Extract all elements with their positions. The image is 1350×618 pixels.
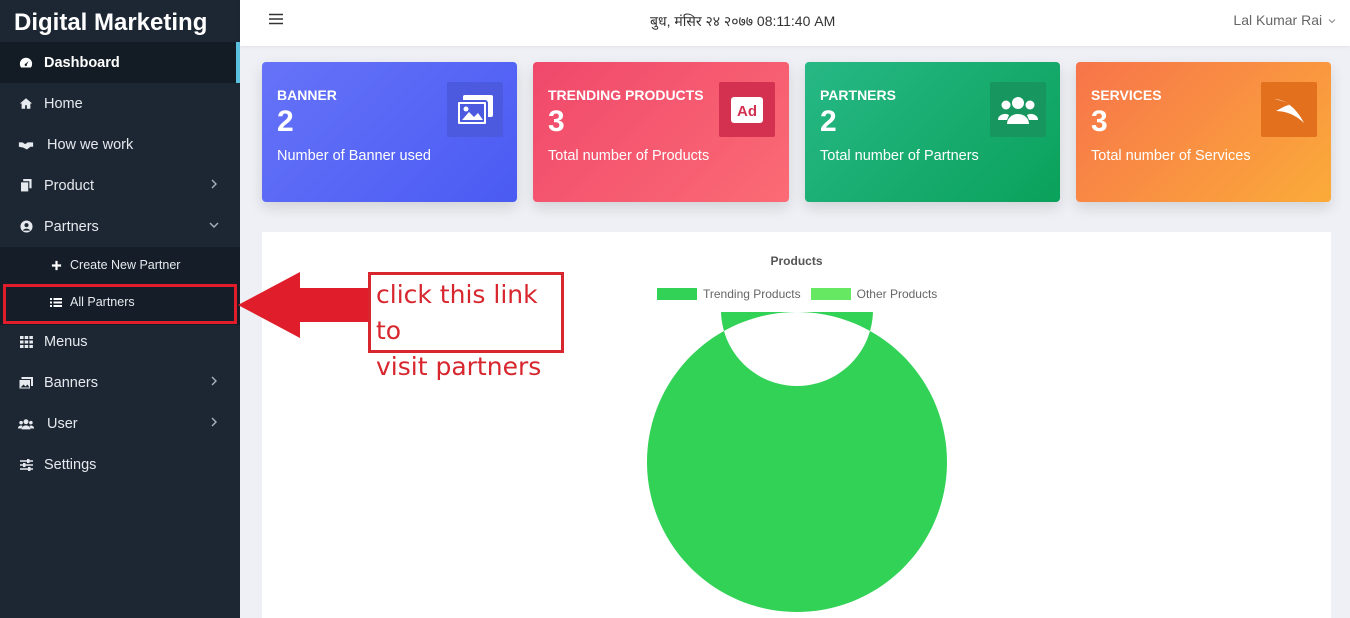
user-circle-icon bbox=[18, 219, 34, 235]
topbar: बुध, मंसिर २४ २०७७ 08:11:40 AM Lal Kumar… bbox=[240, 0, 1350, 46]
sidebar-item-settings[interactable]: Settings bbox=[0, 444, 240, 485]
ad-icon: Ad bbox=[719, 82, 775, 137]
partners-submenu: Create New Partner All Partners bbox=[0, 247, 240, 325]
sidebar-item-label: Settings bbox=[44, 456, 97, 473]
home-icon bbox=[18, 96, 34, 112]
brand-title[interactable]: Digital Marketing bbox=[0, 0, 240, 48]
sidebar-item-product[interactable]: Product bbox=[0, 165, 240, 206]
sidebar-item-label: Partners bbox=[44, 218, 99, 235]
card-description: Number of Banner used bbox=[277, 148, 431, 164]
chevron-right-icon bbox=[211, 376, 217, 386]
legend-swatch bbox=[657, 288, 697, 300]
submenu-all-partners[interactable]: All Partners bbox=[0, 284, 240, 320]
plus-icon bbox=[50, 259, 62, 271]
users-icon bbox=[18, 416, 34, 432]
annotation-callout: click this link to visit partners bbox=[368, 272, 564, 381]
chevron-down-icon bbox=[209, 222, 219, 228]
sidebar-item-dashboard[interactable]: Dashboard bbox=[0, 42, 240, 83]
sidebar: Digital Marketing Dashboard Home How we … bbox=[0, 0, 240, 618]
sidebar-item-home[interactable]: Home bbox=[0, 83, 240, 124]
sidebar-item-user[interactable]: User bbox=[0, 403, 240, 444]
card-description: Total number of Services bbox=[1091, 148, 1251, 164]
list-icon bbox=[50, 296, 62, 308]
user-name: Lal Kumar Rai bbox=[1233, 12, 1323, 28]
submenu-label: All Partners bbox=[70, 295, 135, 309]
current-datetime: बुध, मंसिर २४ २०७७ 08:11:40 AM bbox=[650, 13, 836, 29]
services-card[interactable]: SERVICES 3 Total number of Services bbox=[1076, 62, 1331, 202]
sidebar-item-label: Banners bbox=[44, 374, 99, 391]
submenu-label: Create New Partner bbox=[70, 258, 181, 272]
legend-label: Other Products bbox=[856, 287, 938, 301]
banner-card[interactable]: BANNER 2 Number of Banner used bbox=[262, 62, 517, 202]
sidebar-item-menus[interactable]: Menus bbox=[0, 321, 240, 362]
users-icon bbox=[990, 82, 1046, 137]
donut-chart bbox=[647, 312, 947, 612]
sidebar-item-how-we-work[interactable]: How we work bbox=[0, 124, 240, 165]
images-icon bbox=[447, 82, 503, 137]
trending-products-card[interactable]: TRENDING PRODUCTS 3 Total number of Prod… bbox=[533, 62, 789, 202]
legend-entry-trending[interactable]: Trending Products bbox=[657, 287, 801, 301]
sidebar-item-label: User bbox=[47, 415, 78, 432]
sliders-icon bbox=[18, 457, 34, 473]
chart-title: Products bbox=[770, 254, 823, 268]
copy-icon bbox=[18, 178, 34, 194]
sidebar-item-label: Menus bbox=[44, 333, 88, 350]
legend-entry-other[interactable]: Other Products bbox=[810, 287, 938, 301]
svg-text:Ad: Ad bbox=[737, 103, 757, 120]
dashboard-icon bbox=[18, 55, 34, 71]
partners-card[interactable]: PARTNERS 2 Total number of Partners bbox=[805, 62, 1060, 202]
sidebar-item-label: Product bbox=[44, 177, 94, 194]
handshake-icon bbox=[18, 137, 34, 153]
user-menu[interactable]: Lal Kumar Rai bbox=[1233, 12, 1336, 28]
chevron-right-icon bbox=[211, 179, 217, 189]
annotation-arrow bbox=[238, 272, 368, 338]
paper-plane-icon bbox=[1261, 82, 1317, 137]
legend-label: Trending Products bbox=[703, 287, 801, 301]
chevron-down-icon bbox=[1328, 19, 1336, 24]
sidebar-item-label: How we work bbox=[47, 136, 134, 153]
grid-icon bbox=[18, 334, 34, 350]
sidebar-item-partners[interactable]: Partners bbox=[0, 206, 240, 247]
sidebar-item-label: Dashboard bbox=[44, 54, 120, 71]
chart-legend: Trending Products Other Products bbox=[657, 287, 947, 301]
annotation-line-2: visit partners bbox=[376, 352, 542, 381]
sidebar-item-label: Home bbox=[44, 95, 83, 112]
chevron-right-icon bbox=[211, 417, 217, 427]
submenu-create-new-partner[interactable]: Create New Partner bbox=[0, 247, 240, 283]
card-description: Total number of Products bbox=[548, 148, 710, 164]
legend-swatch bbox=[810, 288, 851, 300]
card-description: Total number of Partners bbox=[820, 148, 979, 164]
sidebar-item-banners[interactable]: Banners bbox=[0, 362, 240, 403]
images-icon bbox=[18, 375, 34, 391]
menu-toggle-icon[interactable] bbox=[269, 13, 283, 25]
annotation-line-1: click this link to bbox=[376, 280, 538, 345]
